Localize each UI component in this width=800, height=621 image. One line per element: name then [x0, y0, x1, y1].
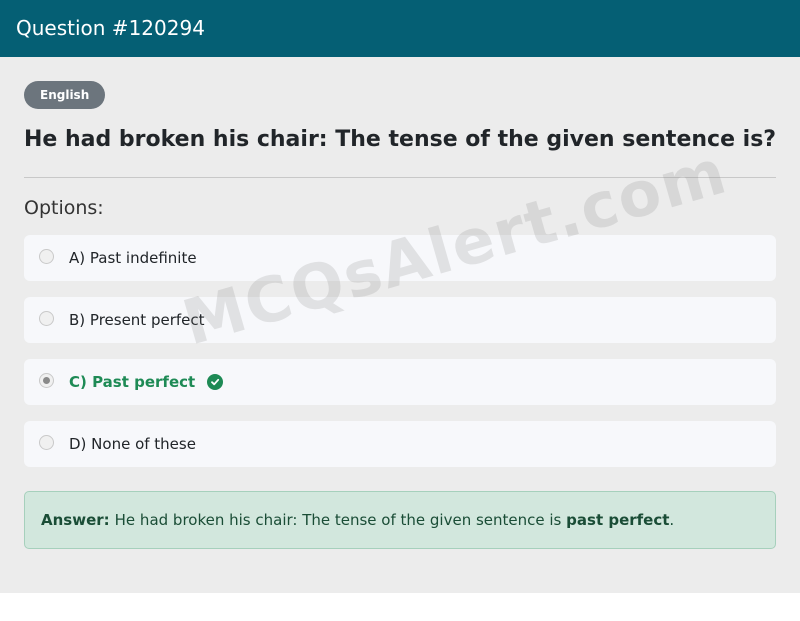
answer-box: Answer: He had broken his chair: The ten… [24, 491, 776, 549]
option-a-label: A) Past indefinite [69, 249, 197, 267]
answer-text: He had broken his chair: The tense of th… [115, 511, 675, 529]
category-badge[interactable]: English [24, 81, 106, 109]
answer-highlight: past perfect [566, 511, 670, 529]
option-b-radio[interactable] [39, 310, 54, 326]
question-body: English He had broken his chair: The ten… [6, 57, 794, 591]
divider [24, 177, 776, 178]
option-b[interactable]: B) Present perfect [24, 297, 776, 343]
check-circle-icon [207, 374, 224, 390]
page-title: Question #120294 [0, 0, 800, 57]
option-b-label: B) Present perfect [69, 311, 205, 329]
option-a-radio[interactable] [39, 248, 54, 264]
option-d-label: D) None of these [69, 435, 196, 453]
option-a[interactable]: A) Past indefinite [24, 235, 776, 281]
option-c-label: C) Past perfect [69, 373, 196, 391]
option-d-radio[interactable] [39, 434, 54, 450]
option-c[interactable]: C) Past perfect [24, 359, 776, 405]
question-text: He had broken his chair: The tense of th… [24, 127, 777, 152]
option-d[interactable]: D) None of these [24, 421, 776, 467]
answer-label: Answer: [41, 511, 110, 529]
answer-suffix: . [669, 511, 675, 529]
option-c-radio[interactable] [39, 372, 54, 388]
answer-sentence: He had broken his chair: The tense of th… [114, 511, 567, 529]
question-card: Question #120294 English He had broken h… [0, 0, 800, 593]
options-heading: Options: [24, 197, 104, 219]
